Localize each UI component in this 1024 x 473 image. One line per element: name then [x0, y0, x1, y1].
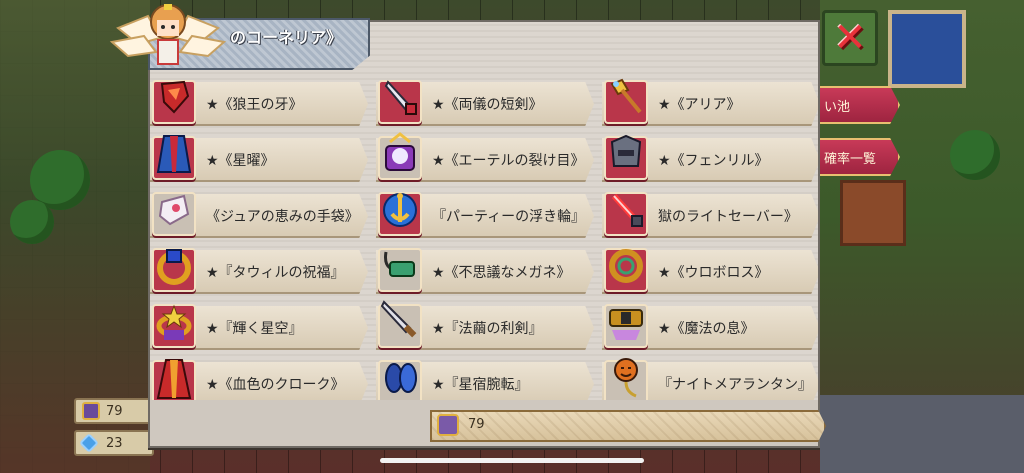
star-ring-icon: [156, 304, 192, 340]
item-name: 《ジュアの恵みの手袋》: [206, 209, 359, 225]
side-tab-probability-list[interactable]: 確率一覧: [818, 138, 900, 176]
item-name: ★『法繭の利剣』: [432, 321, 543, 337]
staff-icon: [610, 78, 642, 114]
currency-gem: 23: [74, 430, 154, 456]
list-item[interactable]: ★《アリア》: [602, 78, 818, 128]
close-icon: ✕: [833, 15, 867, 61]
item-name: ★『タウィルの祝福』: [206, 265, 345, 281]
list-item[interactable]: ★《エーテルの裂け目》: [376, 132, 594, 184]
item-name: ★《狼王の牙》: [206, 97, 303, 113]
lightsaber-icon: [611, 193, 643, 227]
ring-icon: [157, 249, 191, 285]
list-item[interactable]: ★『タウィルの祝福』: [150, 246, 368, 296]
item-name: ★《エーテルの裂け目》: [432, 153, 585, 169]
list-item[interactable]: ★《ウロボロス》: [602, 246, 818, 296]
cloak-icon: [156, 135, 192, 173]
portal-icon: [385, 132, 415, 171]
list-item[interactable]: ★『輝く星空』: [150, 302, 368, 352]
tree-icon: [10, 200, 54, 244]
ticket-count-bar: [430, 410, 826, 442]
home-indicator[interactable]: [380, 458, 644, 463]
sword-icon: [380, 300, 417, 338]
list-item[interactable]: ★『法繭の利剣』: [376, 300, 594, 352]
fang-icon: [160, 80, 190, 114]
list-item[interactable]: 《ジュアの恵みの手袋》: [150, 190, 368, 240]
red-cloak-icon: [156, 359, 192, 399]
item-name: ★《不思議なメガネ》: [432, 265, 571, 281]
list-item[interactable]: ★《魔法の息》: [602, 302, 818, 352]
item-name: 『パーティーの浮き輪』: [432, 209, 586, 225]
list-item[interactable]: ★《フェンリル》: [602, 134, 818, 184]
item-grid: ★《狼王の牙》 ★《両儀の短剣》 ★《アリア》 ★《星曜》 ★《エーテルの裂け目…: [150, 78, 818, 400]
list-item[interactable]: ★《血色のクローク》: [150, 358, 368, 400]
item-name: ★『星宿腕転』: [432, 377, 529, 393]
ticket-icon: [82, 402, 100, 420]
currency-ticket: 79: [74, 398, 154, 424]
list-item[interactable]: ★《不思議なメガネ》: [376, 246, 594, 296]
currency-gem-value: 23: [106, 435, 123, 451]
stone-floor: [820, 395, 1024, 473]
item-name: ★《フェンリル》: [658, 153, 769, 169]
list-item[interactable]: ★『星宿腕転』: [376, 358, 594, 400]
ticket-icon: [437, 414, 459, 436]
item-name: 獄のライトセーバー》: [658, 209, 798, 225]
snake-icon: [609, 249, 643, 283]
item-name: ★《ウロボロス》: [658, 265, 769, 281]
item-name: ★《星曜》: [206, 153, 275, 169]
item-name: ★《両儀の短剣》: [432, 97, 543, 113]
dagger-icon: [384, 80, 417, 115]
belt-icon: [609, 309, 643, 340]
list-item[interactable]: 『ナイトメアランタン』: [602, 358, 818, 400]
item-name: ★《魔法の息》: [658, 321, 755, 337]
glove-icon: [158, 194, 190, 226]
list-item[interactable]: ★《狼王の牙》: [150, 78, 368, 128]
item-name: 『ナイトメアランタン』: [658, 377, 812, 393]
side-tab-probability-label: 確率一覧: [824, 151, 877, 167]
item-name: ★《アリア》: [658, 97, 741, 113]
shop-building-icon: [840, 180, 906, 246]
side-tab-pool-label: い池: [824, 99, 851, 115]
wolf-helm-icon: [610, 134, 642, 167]
close-button[interactable]: ✕: [822, 10, 878, 66]
pool-icon: [888, 10, 966, 88]
list-item[interactable]: 獄のライトセーバー》: [602, 190, 818, 240]
lantern-icon: [614, 358, 638, 398]
ticket-count: 79: [468, 417, 485, 432]
angel-character-icon: [109, 4, 227, 65]
glasses-icon: [384, 251, 415, 277]
side-tab-pool[interactable]: い池: [818, 86, 900, 124]
gem-icon: [79, 433, 99, 453]
panel-title: のコーネリア》: [230, 28, 343, 47]
item-name: ★『輝く星空』: [206, 321, 303, 337]
currency-ticket-value: 79: [106, 403, 123, 419]
tree-icon: [950, 130, 1000, 180]
bracer-icon: [385, 363, 417, 393]
list-item[interactable]: ★《星曜》: [150, 134, 368, 184]
anchor-icon: [383, 193, 417, 227]
list-item[interactable]: 『パーティーの浮き輪』: [376, 190, 594, 240]
item-name: ★《血色のクローク》: [206, 377, 345, 393]
list-item[interactable]: ★《両儀の短剣》: [376, 78, 594, 128]
